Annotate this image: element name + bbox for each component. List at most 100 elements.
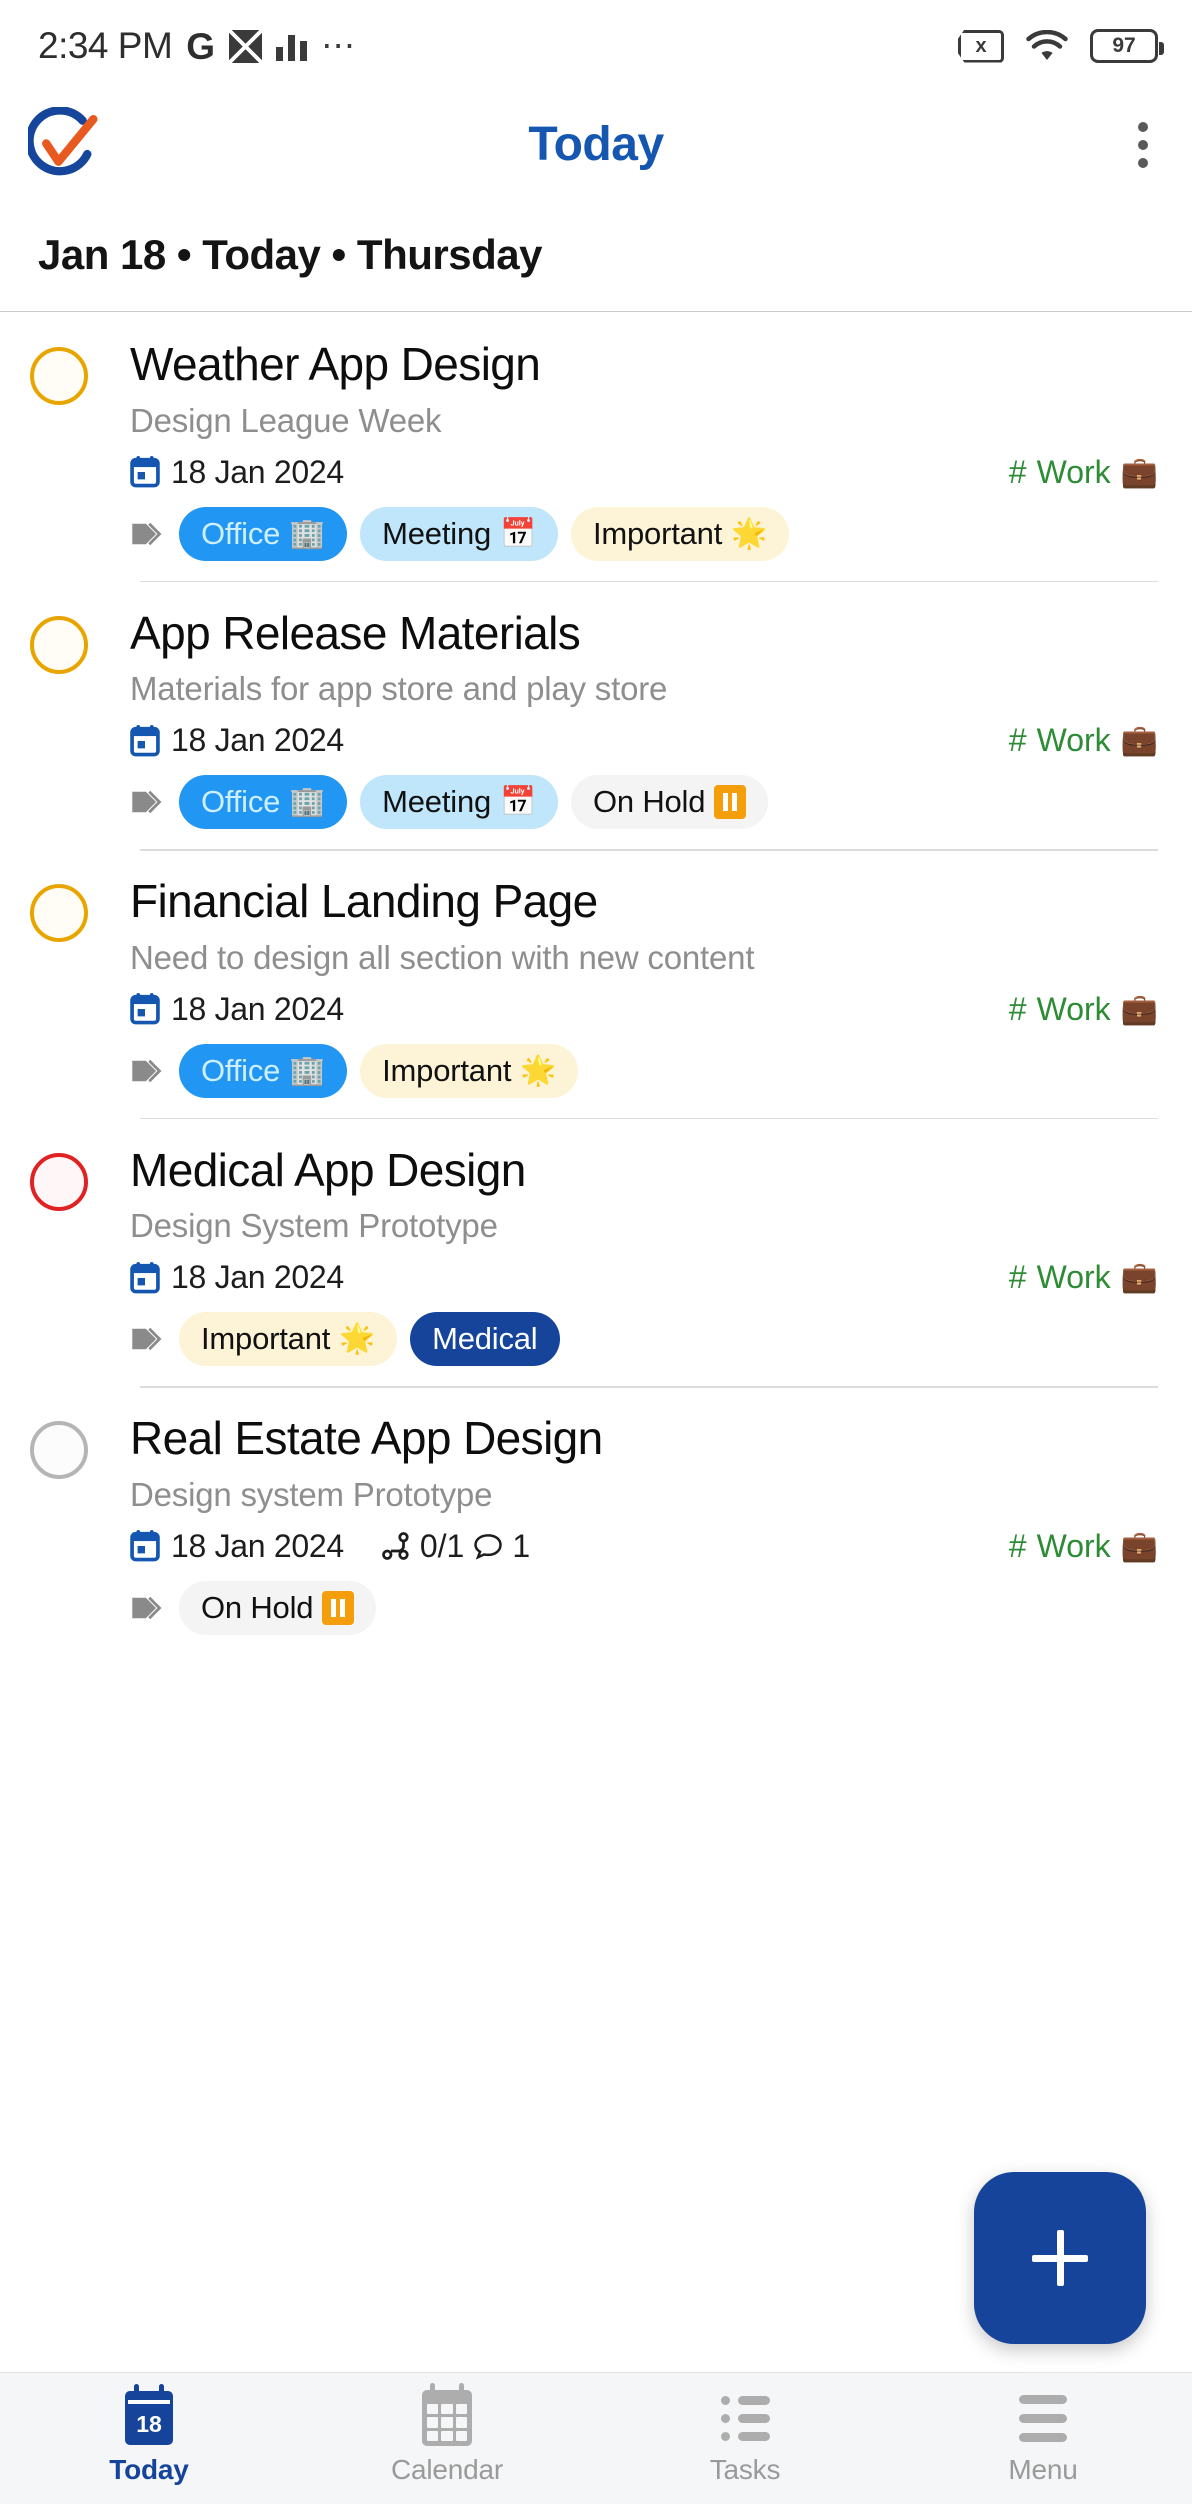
google-icon: G: [186, 25, 216, 67]
calendar-icon: [130, 1261, 160, 1293]
briefcase-icon: 💼: [1120, 724, 1158, 758]
status-bar-right: x 97: [958, 29, 1164, 63]
task-tags: On Hold: [130, 1580, 1158, 1635]
task-row[interactable]: Weather App Design Design League Week 18 J…: [0, 312, 1192, 581]
task-body: Financial Landing Page Need to design all…: [88, 876, 1158, 1098]
task-tag[interactable]: Medical: [410, 1312, 560, 1367]
nav-item-today[interactable]: 18 Today: [0, 2384, 298, 2486]
project-hash: #: [1008, 722, 1027, 759]
task-project[interactable]: # Work 💼: [1009, 1259, 1158, 1296]
project-hash: #: [1008, 453, 1027, 490]
task-checkbox[interactable]: [30, 615, 88, 674]
status-bar-left: 2:34 PM G ⋯: [38, 25, 358, 67]
tag-emoji: 🏢: [289, 1054, 326, 1087]
task-row[interactable]: Real Estate App Design Design system Prot…: [0, 1386, 1192, 1655]
nav-item-tasks[interactable]: Tasks: [596, 2391, 894, 2486]
task-list: Weather App Design Design League Week 18 J…: [0, 312, 1192, 1655]
task-due-date: 18 Jan 2024: [171, 1527, 344, 1564]
pause-icon: [322, 1590, 355, 1625]
battery-level: 97: [1112, 34, 1136, 57]
briefcase-icon: 💼: [1120, 992, 1158, 1026]
tag-label: On Hold: [592, 784, 706, 820]
task-meta: 18 Jan 2024 # Work 💼: [130, 1259, 1158, 1296]
calendar-day-number: 18: [136, 2411, 162, 2437]
task-tag[interactable]: Important 🌟: [360, 1043, 579, 1098]
tag-label: Meeting: [382, 515, 492, 551]
app-logo-icon: [28, 106, 98, 175]
task-due-date: 18 Jan 2024: [171, 722, 344, 759]
tag-icon: [132, 790, 162, 814]
overflow-dots-icon: ⋯: [321, 26, 359, 65]
task-checkbox[interactable]: [30, 1152, 88, 1211]
calendar-icon: [130, 724, 160, 756]
task-tags: Office 🏢 Meeting 📅 Important 🌟: [130, 506, 1158, 561]
task-meta: 18 Jan 2024 # Work 💼: [130, 991, 1158, 1028]
tag-label: Office: [201, 784, 281, 820]
no-sim-icon: x: [958, 29, 1004, 63]
nav-item-calendar[interactable]: Calendar: [298, 2383, 596, 2486]
task-tag[interactable]: Office 🏢: [179, 506, 348, 561]
task-description: Design League Week: [130, 401, 442, 439]
project-hash: #: [1008, 990, 1027, 1027]
task-tags: Office 🏢 Meeting 📅 On Hold: [130, 775, 1158, 830]
tag-emoji: 🏢: [289, 786, 326, 819]
calendar-day-icon: 18: [125, 2384, 173, 2445]
tag-emoji: 🌟: [339, 1323, 376, 1356]
task-meta: 18 Jan 2024 # Work 💼: [130, 454, 1158, 491]
task-project[interactable]: # Work 💼: [1009, 454, 1158, 491]
project-name: Work: [1036, 722, 1111, 759]
task-tags: Important 🌟 Medical: [130, 1312, 1158, 1367]
pause-icon: [714, 785, 747, 820]
task-tag[interactable]: Important 🌟: [179, 1312, 398, 1367]
nav-label-today: Today: [109, 2454, 189, 2485]
task-due-date: 18 Jan 2024: [171, 990, 344, 1027]
task-title: Medical App Design: [130, 1143, 526, 1196]
task-row[interactable]: Medical App Design Design System Prototyp…: [0, 1117, 1192, 1387]
tag-icon: [132, 1327, 162, 1351]
kebab-menu-icon[interactable]: [1128, 112, 1158, 178]
signal-bars-icon: [276, 31, 308, 61]
calendar-grid-icon: [422, 2383, 472, 2446]
calendar-icon: [130, 1530, 160, 1562]
nav-label-tasks: Tasks: [709, 2454, 781, 2485]
tag-emoji: 📅: [500, 786, 536, 819]
subtask-count: 0/1: [419, 1527, 465, 1564]
task-tag[interactable]: On Hold: [179, 1580, 377, 1635]
tag-icon: [132, 522, 162, 545]
task-meta: 18 Jan 2024 0/1 1 # Work 💼: [130, 1528, 1158, 1565]
task-tags: Office 🏢 Important 🌟: [130, 1043, 1158, 1098]
task-project[interactable]: # Work 💼: [1009, 991, 1158, 1028]
task-tag[interactable]: On Hold: [570, 775, 769, 830]
task-description: Design System Prototype: [130, 1207, 498, 1245]
status-bar-clock: 2:34 PM: [38, 25, 173, 66]
task-project[interactable]: # Work 💼: [1009, 1528, 1158, 1565]
task-tag[interactable]: Office 🏢: [179, 775, 348, 830]
project-name: Work: [1036, 1259, 1111, 1296]
project-name: Work: [1036, 453, 1111, 490]
comment-count: 1: [512, 1527, 531, 1564]
task-list-icon: [720, 2391, 770, 2445]
comment-icon: [474, 1534, 503, 1560]
task-checkbox[interactable]: [30, 884, 88, 943]
task-row[interactable]: App Release Materials Materials for app s…: [0, 580, 1192, 850]
task-tag[interactable]: Meeting 📅: [360, 775, 558, 830]
task-project[interactable]: # Work 💼: [1009, 722, 1158, 759]
task-description: Design system Prototype: [130, 1475, 493, 1513]
tag-emoji: 🌟: [520, 1054, 557, 1087]
task-meta-extra: 0/1 1: [381, 1528, 530, 1565]
task-description: Materials for app store and play store: [130, 670, 668, 708]
tag-label: Important: [382, 1052, 512, 1088]
task-row[interactable]: Financial Landing Page Need to design all…: [0, 849, 1192, 1118]
task-checkbox[interactable]: [30, 347, 88, 405]
task-tag[interactable]: Meeting 📅: [360, 506, 558, 561]
task-checkbox[interactable]: [30, 1421, 88, 1480]
add-task-button[interactable]: [974, 2172, 1146, 2344]
nav-item-menu[interactable]: Menu: [894, 2391, 1192, 2486]
page-title: Today: [528, 118, 664, 171]
nav-label-menu: Menu: [1008, 2454, 1078, 2485]
calendar-icon: [130, 993, 160, 1025]
task-tag[interactable]: Office 🏢: [179, 1043, 348, 1098]
tag-label: Office: [201, 515, 281, 551]
briefcase-icon: 💼: [1120, 1529, 1158, 1563]
task-tag[interactable]: Important 🌟: [570, 506, 790, 561]
